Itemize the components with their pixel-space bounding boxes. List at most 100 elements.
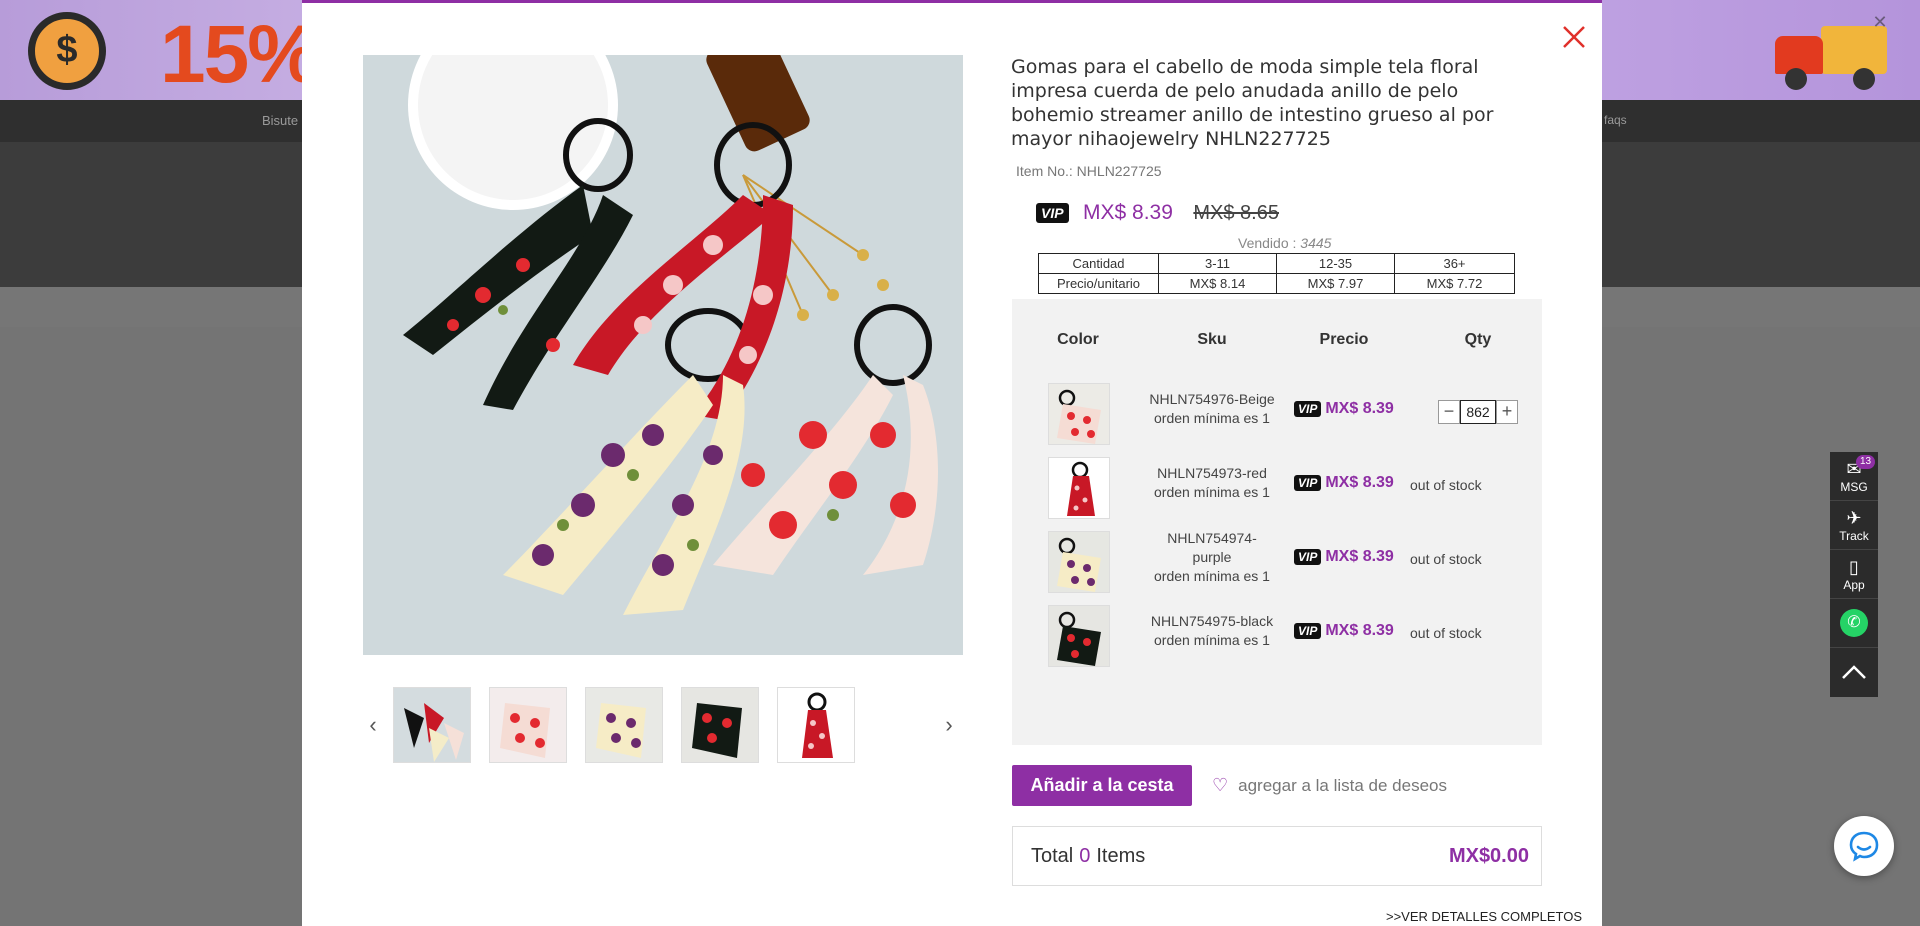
sku-price: VIP MX$ 8.39 xyxy=(1294,548,1394,566)
nav-item-left[interactable]: Bisute xyxy=(262,113,298,128)
sku-price: VIP MX$ 8.39 xyxy=(1294,622,1394,640)
tier-row-quantity: Cantidad 3-11 12-35 36+ xyxy=(1038,253,1515,274)
floating-sidebar: ✉ 13 MSG ✈ Track ▯ App ✆ xyxy=(1830,452,1878,697)
total-amount: MX$0.00 xyxy=(1448,845,1529,867)
sold-label: Vendido : xyxy=(1238,235,1297,251)
app-button[interactable]: ▯ App xyxy=(1830,550,1878,599)
sku-row: NHLN754973-red orden mínima es 1 VIP MX$ … xyxy=(1012,449,1542,523)
increase-qty-button[interactable]: + xyxy=(1496,400,1518,424)
header-price: Precio xyxy=(1319,331,1369,348)
sku-image[interactable] xyxy=(1048,531,1110,593)
phone-icon: ▯ xyxy=(1849,557,1859,577)
tier-cell: 36+ xyxy=(1394,253,1515,274)
vip-badge: VIP xyxy=(1294,474,1322,491)
tier-cell: Precio/unitario xyxy=(1038,273,1159,294)
tier-cell: MX$ 7.97 xyxy=(1276,273,1395,294)
stock-status: out of stock xyxy=(1410,625,1482,641)
sku-code: NHLN754974-purple orden mínima es 1 xyxy=(1142,529,1282,586)
whatsapp-icon: ✆ xyxy=(1840,609,1868,637)
sold-number: 3445 xyxy=(1300,235,1332,251)
banner-close-icon[interactable]: ✕ xyxy=(1868,10,1892,34)
sku-price-value: MX$ 8.39 xyxy=(1325,622,1394,639)
sku-code: NHLN754975-black orden mínima es 1 xyxy=(1142,612,1282,650)
thumbnail-strip: ‹ › xyxy=(363,685,963,765)
sku-panel: Color Sku Precio Qty NHLN754976-Beige or… xyxy=(1012,299,1542,745)
current-price: MX$ 8.39 xyxy=(1083,201,1173,224)
back-to-top-button[interactable] xyxy=(1830,648,1878,697)
vip-badge: VIP xyxy=(1294,400,1322,417)
sku-min-order: orden mínima es 1 xyxy=(1154,484,1270,500)
add-to-cart-button[interactable]: Añadir a la cesta xyxy=(1012,765,1192,806)
sku-code-text: NHLN754975-black xyxy=(1150,613,1274,629)
sku-price-value: MX$ 8.39 xyxy=(1325,548,1394,565)
coin-icon xyxy=(28,12,106,90)
sku-image[interactable] xyxy=(1048,383,1110,445)
total-text: Total xyxy=(1031,845,1074,867)
wishlist-link[interactable]: ♡ agregar a la lista de deseos xyxy=(1212,775,1447,796)
stock-status: out of stock xyxy=(1410,477,1482,493)
msg-label: MSG xyxy=(1840,480,1868,494)
live-chat-button[interactable] xyxy=(1834,816,1894,876)
quantity-stepper: − + xyxy=(1438,400,1518,424)
sku-price: VIP MX$ 8.39 xyxy=(1294,400,1394,418)
item-number: Item No.: NHLN227725 xyxy=(1016,163,1162,179)
sku-code: NHLN754973-red orden mínima es 1 xyxy=(1142,464,1282,502)
thumbnail-2[interactable] xyxy=(489,687,567,763)
app-label: App xyxy=(1843,578,1865,592)
sku-code-text: NHLN754976-Beige xyxy=(1149,391,1275,407)
msg-button[interactable]: ✉ 13 MSG xyxy=(1830,452,1878,501)
sku-code-text: NHLN754974-purple xyxy=(1167,530,1257,565)
scrunchie-photo xyxy=(363,55,963,655)
total-items-text: Items xyxy=(1096,845,1146,867)
sku-image[interactable] xyxy=(1048,605,1110,667)
sku-min-order: orden mínima es 1 xyxy=(1154,632,1270,648)
total-count: 0 xyxy=(1079,845,1091,867)
sku-price-value: MX$ 8.39 xyxy=(1325,400,1394,417)
product-main-image[interactable] xyxy=(363,55,963,655)
sku-row: NHLN754975-black orden mínima es 1 VIP MX… xyxy=(1012,597,1542,671)
vip-badge: VIP xyxy=(1294,622,1322,639)
tier-cell: MX$ 8.14 xyxy=(1158,273,1277,294)
decrease-qty-button[interactable]: − xyxy=(1438,400,1460,424)
header-sku: Sku xyxy=(1197,331,1227,348)
thumbnail-3[interactable] xyxy=(585,687,663,763)
quick-view-modal: ‹ › Gomas para el cabello de moda simple… xyxy=(302,0,1602,926)
whatsapp-button[interactable]: ✆ xyxy=(1830,599,1878,648)
product-title: Gomas para el cabello de moda simple tel… xyxy=(1011,56,1494,150)
stock-status: out of stock xyxy=(1410,551,1482,567)
tier-cell: 12-35 xyxy=(1276,253,1395,274)
promo-text: 15% xyxy=(160,9,320,100)
sku-row: NHLN754976-Beige orden mínima es 1 VIP MX… xyxy=(1012,375,1542,449)
tier-cell: Cantidad xyxy=(1038,253,1159,274)
original-price: MX$ 8.65 xyxy=(1193,201,1279,224)
chevron-left-icon[interactable]: ‹ xyxy=(363,685,383,765)
sold-count: Vendido : 3445 xyxy=(1238,235,1438,251)
heart-icon: ♡ xyxy=(1212,775,1229,795)
close-icon[interactable] xyxy=(1556,19,1592,55)
nav-item-faqs[interactable]: faqs xyxy=(1604,113,1627,127)
quantity-input[interactable] xyxy=(1460,400,1496,424)
sku-min-order: orden mínima es 1 xyxy=(1154,410,1270,426)
total-label: Total 0 Items xyxy=(1031,845,1145,868)
sku-code-text: NHLN754973-red xyxy=(1157,465,1267,481)
sku-code: NHLN754976-Beige orden mínima es 1 xyxy=(1142,390,1282,428)
sku-min-order: orden mínima es 1 xyxy=(1154,568,1270,584)
chevron-right-icon[interactable]: › xyxy=(939,685,959,765)
msg-badge: 13 xyxy=(1856,455,1876,469)
thumbnail-4[interactable] xyxy=(681,687,759,763)
tier-cell: 3-11 xyxy=(1158,253,1277,274)
view-full-details-link[interactable]: >>VER DETALLES COMPLETOS xyxy=(1386,909,1582,924)
sku-row: NHLN754974-purple orden mínima es 1 VIP M… xyxy=(1012,523,1542,597)
track-button[interactable]: ✈ Track xyxy=(1830,501,1878,550)
vip-badge: VIP xyxy=(1036,203,1069,223)
sku-image[interactable] xyxy=(1048,457,1110,519)
sku-price: VIP MX$ 8.39 xyxy=(1294,474,1394,492)
price-tier-table: Cantidad 3-11 12-35 36+ Precio/unitario … xyxy=(1038,253,1515,294)
thumbnail-5[interactable] xyxy=(777,687,855,763)
chevron-up-icon xyxy=(1842,665,1866,679)
wishlist-label: agregar a la lista de deseos xyxy=(1238,776,1447,795)
header-qty: Qty xyxy=(1464,331,1492,348)
thumbnail-1[interactable] xyxy=(393,687,471,763)
chat-icon xyxy=(1849,831,1879,862)
plane-icon: ✈ xyxy=(1846,508,1862,528)
